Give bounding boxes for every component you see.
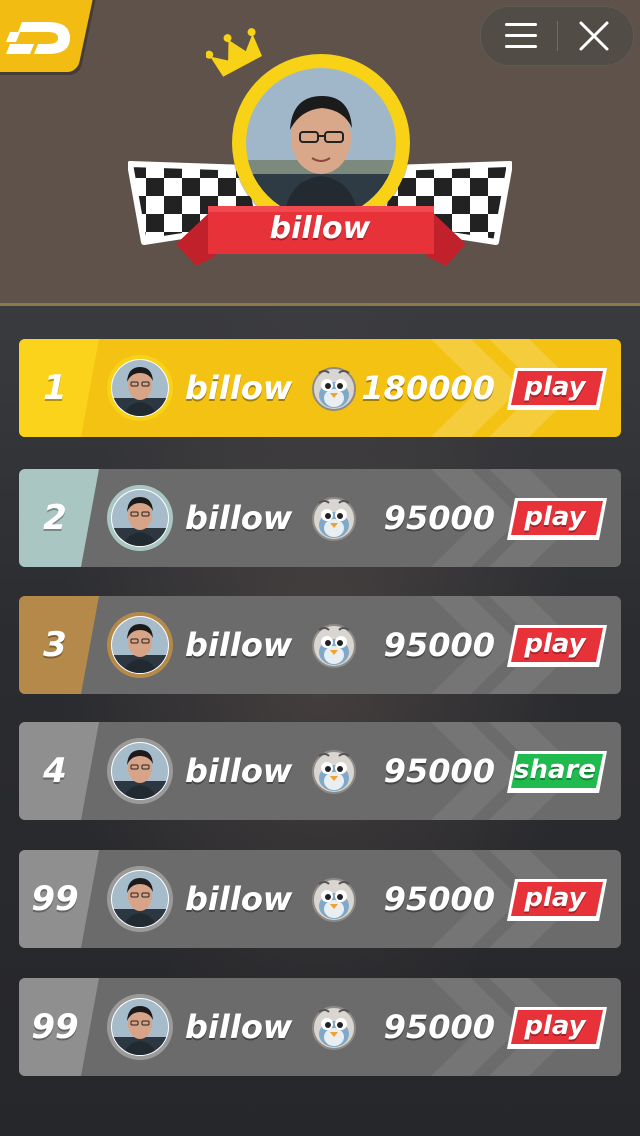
player-name: billow — [185, 626, 293, 664]
rank-number: 3 — [43, 625, 67, 665]
leaderboard-row: 99 billow 95000 play — [19, 978, 621, 1076]
share-button-label: share — [514, 755, 596, 785]
player-name: billow — [185, 369, 293, 407]
player-name: billow — [185, 499, 293, 537]
player-score: 95000 — [383, 499, 495, 537]
rank-number: 4 — [43, 751, 67, 791]
rank-number: 2 — [43, 498, 67, 538]
penguin-score-icon — [312, 750, 356, 794]
play-button-label: play — [524, 372, 586, 402]
share-button[interactable]: share — [505, 749, 609, 795]
play-button[interactable]: play — [505, 366, 609, 412]
logo-icon — [6, 22, 70, 54]
player-score: 180000 — [361, 369, 495, 407]
player-score: 95000 — [383, 752, 495, 790]
player-avatar — [107, 612, 173, 678]
close-icon[interactable] — [577, 20, 611, 52]
rank-number: 99 — [31, 1007, 79, 1047]
play-button[interactable]: play — [505, 623, 609, 669]
play-button[interactable]: play — [505, 877, 609, 923]
rank-number: 99 — [31, 879, 79, 919]
capsule-divider — [557, 21, 558, 51]
player-score: 95000 — [383, 1008, 495, 1046]
player-name: billow — [185, 880, 293, 918]
leaderboard-row: 4 billow 95000 share — [19, 722, 621, 820]
player-name: billow — [185, 1008, 293, 1046]
player-score: 95000 — [383, 880, 495, 918]
leaderboard-row: 99 billow 95000 play — [19, 850, 621, 948]
penguin-score-icon — [312, 367, 356, 411]
play-button-label: play — [524, 1011, 586, 1041]
penguin-score-icon — [312, 624, 356, 668]
menu-icon[interactable] — [501, 21, 541, 51]
penguin-score-icon — [312, 497, 356, 541]
leaderboard-row: 3 billow 95000 play — [19, 596, 621, 694]
top-player-name: billow — [269, 211, 371, 246]
player-name: billow — [185, 752, 293, 790]
leaderboard-row: 1 billow 180000 play — [19, 339, 621, 437]
header-panel: billow — [0, 0, 640, 306]
play-button[interactable]: play — [505, 1005, 609, 1051]
top-player-avatar — [246, 68, 396, 218]
leaderboard-row: 2 billow 95000 play — [19, 469, 621, 567]
play-button-label: play — [524, 629, 586, 659]
play-button-label: play — [524, 502, 586, 532]
penguin-score-icon — [312, 878, 356, 922]
mini-program-capsule — [480, 6, 634, 66]
play-button[interactable]: play — [505, 496, 609, 542]
rank-number: 1 — [43, 368, 67, 408]
penguin-score-icon — [312, 1006, 356, 1050]
player-avatar — [107, 866, 173, 932]
player-avatar — [107, 738, 173, 804]
player-avatar — [107, 994, 173, 1060]
player-avatar — [107, 355, 173, 421]
play-button-label: play — [524, 883, 586, 913]
player-score: 95000 — [383, 626, 495, 664]
player-avatar — [107, 485, 173, 551]
